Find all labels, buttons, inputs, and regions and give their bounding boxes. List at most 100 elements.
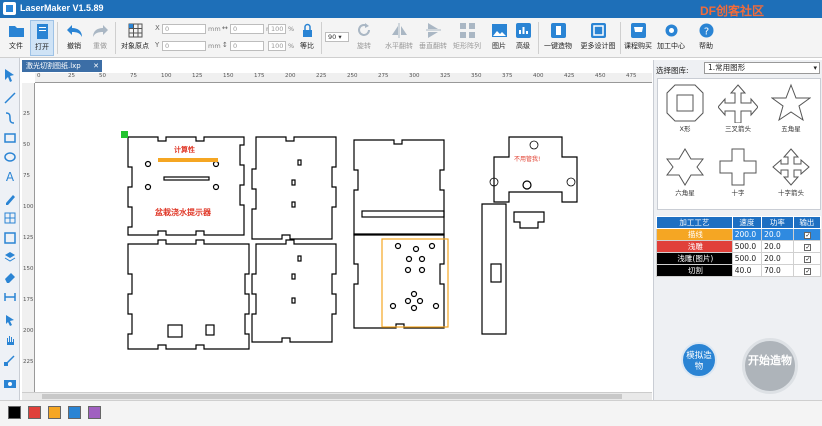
shape-cross-arrow[interactable]: 十字箭头 xyxy=(767,145,815,203)
camera-tool-icon[interactable] xyxy=(3,376,17,390)
node-tool-icon[interactable] xyxy=(3,353,17,367)
process-output: ✓ xyxy=(792,264,822,277)
angle-select[interactable]: 90 ▾ xyxy=(325,32,349,42)
shape-label: 十字箭头 xyxy=(778,189,804,197)
process-speed[interactable]: 200.0 xyxy=(731,228,763,241)
processing-center-button[interactable]: 加工中心 xyxy=(654,20,688,56)
curve-tool-icon[interactable] xyxy=(3,111,17,125)
height-input[interactable]: 0 xyxy=(230,41,264,51)
pointer-tool-icon[interactable] xyxy=(3,313,17,327)
color-swatch[interactable] xyxy=(8,406,21,419)
color-swatch[interactable] xyxy=(48,406,61,419)
line-tool-icon[interactable] xyxy=(3,91,17,105)
process-speed[interactable]: 40.0 xyxy=(731,264,763,277)
angle-value: 90 xyxy=(328,33,337,41)
color-swatch[interactable] xyxy=(68,406,81,419)
ruler-left-tick: 200 xyxy=(23,328,34,334)
ruler-top-tick: 250 xyxy=(347,73,358,79)
x-input[interactable]: 0 xyxy=(162,24,206,34)
redo-button[interactable]: 重做 xyxy=(88,20,112,56)
grid-tool-icon[interactable] xyxy=(3,211,17,225)
image-button[interactable]: 图片 xyxy=(488,20,510,56)
ruler-top-tick: 125 xyxy=(192,73,203,79)
process-name[interactable]: 切割 xyxy=(656,264,733,277)
ruler-top-tick: 325 xyxy=(440,73,451,79)
shape-library: X形 三叉箭头 五角星 六角星 十字 十字箭头 xyxy=(657,78,821,210)
process-name[interactable]: 描线 xyxy=(656,228,733,241)
proportional-button[interactable]: 等比 xyxy=(296,20,318,56)
process-speed[interactable]: 500.0 xyxy=(731,240,763,253)
height-percent-input[interactable]: 100 xyxy=(268,41,286,51)
x-unit: mm xyxy=(208,25,221,33)
process-name[interactable]: 浅雕 xyxy=(656,240,733,253)
shape-x[interactable]: X形 xyxy=(661,81,709,139)
rotate-icon xyxy=(357,23,370,36)
undo-button[interactable]: 撤销 xyxy=(62,20,86,56)
width-input[interactable]: 0 xyxy=(230,24,264,34)
shape-triple-arrow[interactable]: 三叉箭头 xyxy=(714,81,762,139)
shape-cross[interactable]: 十字 xyxy=(714,145,762,203)
left-toolbar: A xyxy=(0,58,20,400)
vertical-flip-button[interactable]: 垂直翻转 xyxy=(416,20,450,56)
origin-label: 对象原点 xyxy=(121,42,149,50)
ellipse-tool-icon[interactable] xyxy=(3,150,17,164)
color-swatch[interactable] xyxy=(88,406,101,419)
square-tool-icon[interactable] xyxy=(3,231,17,245)
pen-tool-icon[interactable] xyxy=(3,192,17,206)
rect-array-button[interactable]: 矩形阵列 xyxy=(450,20,484,56)
close-icon[interactable]: ✕ xyxy=(93,60,99,72)
layers-tool-icon[interactable] xyxy=(3,250,17,264)
process-row[interactable]: 切割 40.0 70.0 ✓ xyxy=(656,264,822,277)
eraser-tool-icon[interactable] xyxy=(3,270,17,284)
one-key-make-button[interactable]: 一键造物 xyxy=(541,20,575,56)
output-checkbox[interactable]: ✓ xyxy=(804,268,812,275)
process-row[interactable]: 浅雕(图片) 500.0 20.0 ✓ xyxy=(656,252,822,265)
right-panel: 选择图库: 1.常用图形 ▾ X形 三叉箭头 五角星 六角星 十字 十字箭头 加… xyxy=(653,60,822,400)
advanced-button[interactable]: 高级 xyxy=(512,20,534,56)
process-row[interactable]: 浅雕 500.0 20.0 ✓ xyxy=(656,240,822,253)
output-checkbox[interactable]: ✓ xyxy=(804,244,812,251)
process-name[interactable]: 浅雕(图片) xyxy=(656,252,733,265)
color-swatch[interactable] xyxy=(28,406,41,419)
text-tool-icon[interactable]: A xyxy=(3,169,17,183)
svg-text:A: A xyxy=(6,170,15,183)
more-designs-button[interactable]: 更多设计图 xyxy=(578,20,618,56)
horizontal-flip-button[interactable]: 水平翻转 xyxy=(382,20,416,56)
ruler-left-tick: 50 xyxy=(23,142,30,148)
shape-six-star[interactable]: 六角星 xyxy=(661,145,709,203)
document-tab[interactable]: 激光切割图纸.lxp ✕ xyxy=(22,60,102,72)
open-button[interactable]: 打开 xyxy=(30,20,54,56)
help-button[interactable]: ? 帮助 xyxy=(694,20,718,56)
process-power[interactable]: 70.0 xyxy=(761,264,794,277)
process-power[interactable]: 20.0 xyxy=(761,228,794,241)
six-star-icon xyxy=(666,148,704,186)
simulate-button[interactable]: 模拟造物 xyxy=(681,342,717,378)
file-button[interactable]: 文件 xyxy=(3,20,29,56)
start-button[interactable]: 开始造物 xyxy=(742,338,798,394)
process-power[interactable]: 20.0 xyxy=(761,252,794,265)
process-power[interactable]: 20.0 xyxy=(761,240,794,253)
output-checkbox[interactable]: ✓ xyxy=(804,256,812,263)
select-arrow-icon[interactable] xyxy=(3,68,17,82)
course-purchase-button[interactable]: 课程购买 xyxy=(622,20,654,56)
width-percent-input[interactable]: 100 xyxy=(268,24,286,34)
process-speed[interactable]: 500.0 xyxy=(731,252,763,265)
hflip-label: 水平翻转 xyxy=(385,42,413,50)
library-select[interactable]: 1.常用图形 ▾ xyxy=(704,62,820,74)
rotate-button[interactable]: 旋转 xyxy=(352,20,376,56)
shape-five-star[interactable]: 五角星 xyxy=(767,81,815,139)
object-origin-button[interactable]: 对象原点 xyxy=(118,20,152,56)
rotate-label: 旋转 xyxy=(357,42,371,50)
y-unit: mm xyxy=(208,42,221,50)
rectangle-tool-icon[interactable] xyxy=(3,131,17,145)
process-row[interactable]: 描线 200.0 20.0 ✓ xyxy=(656,228,822,241)
y-input[interactable]: 0 xyxy=(162,41,206,51)
measure-tool-icon[interactable] xyxy=(3,290,17,304)
scrollbar-thumb[interactable] xyxy=(42,394,622,399)
output-checkbox[interactable]: ✓ xyxy=(804,232,812,239)
process-output: ✓ xyxy=(792,252,822,265)
horizontal-scrollbar[interactable] xyxy=(22,392,652,400)
hand-tool-icon[interactable] xyxy=(3,333,17,347)
cross-arrow-icon xyxy=(772,148,810,186)
design-canvas[interactable]: 计算性 盆栽浇水提示器 不用管我! xyxy=(36,84,651,391)
